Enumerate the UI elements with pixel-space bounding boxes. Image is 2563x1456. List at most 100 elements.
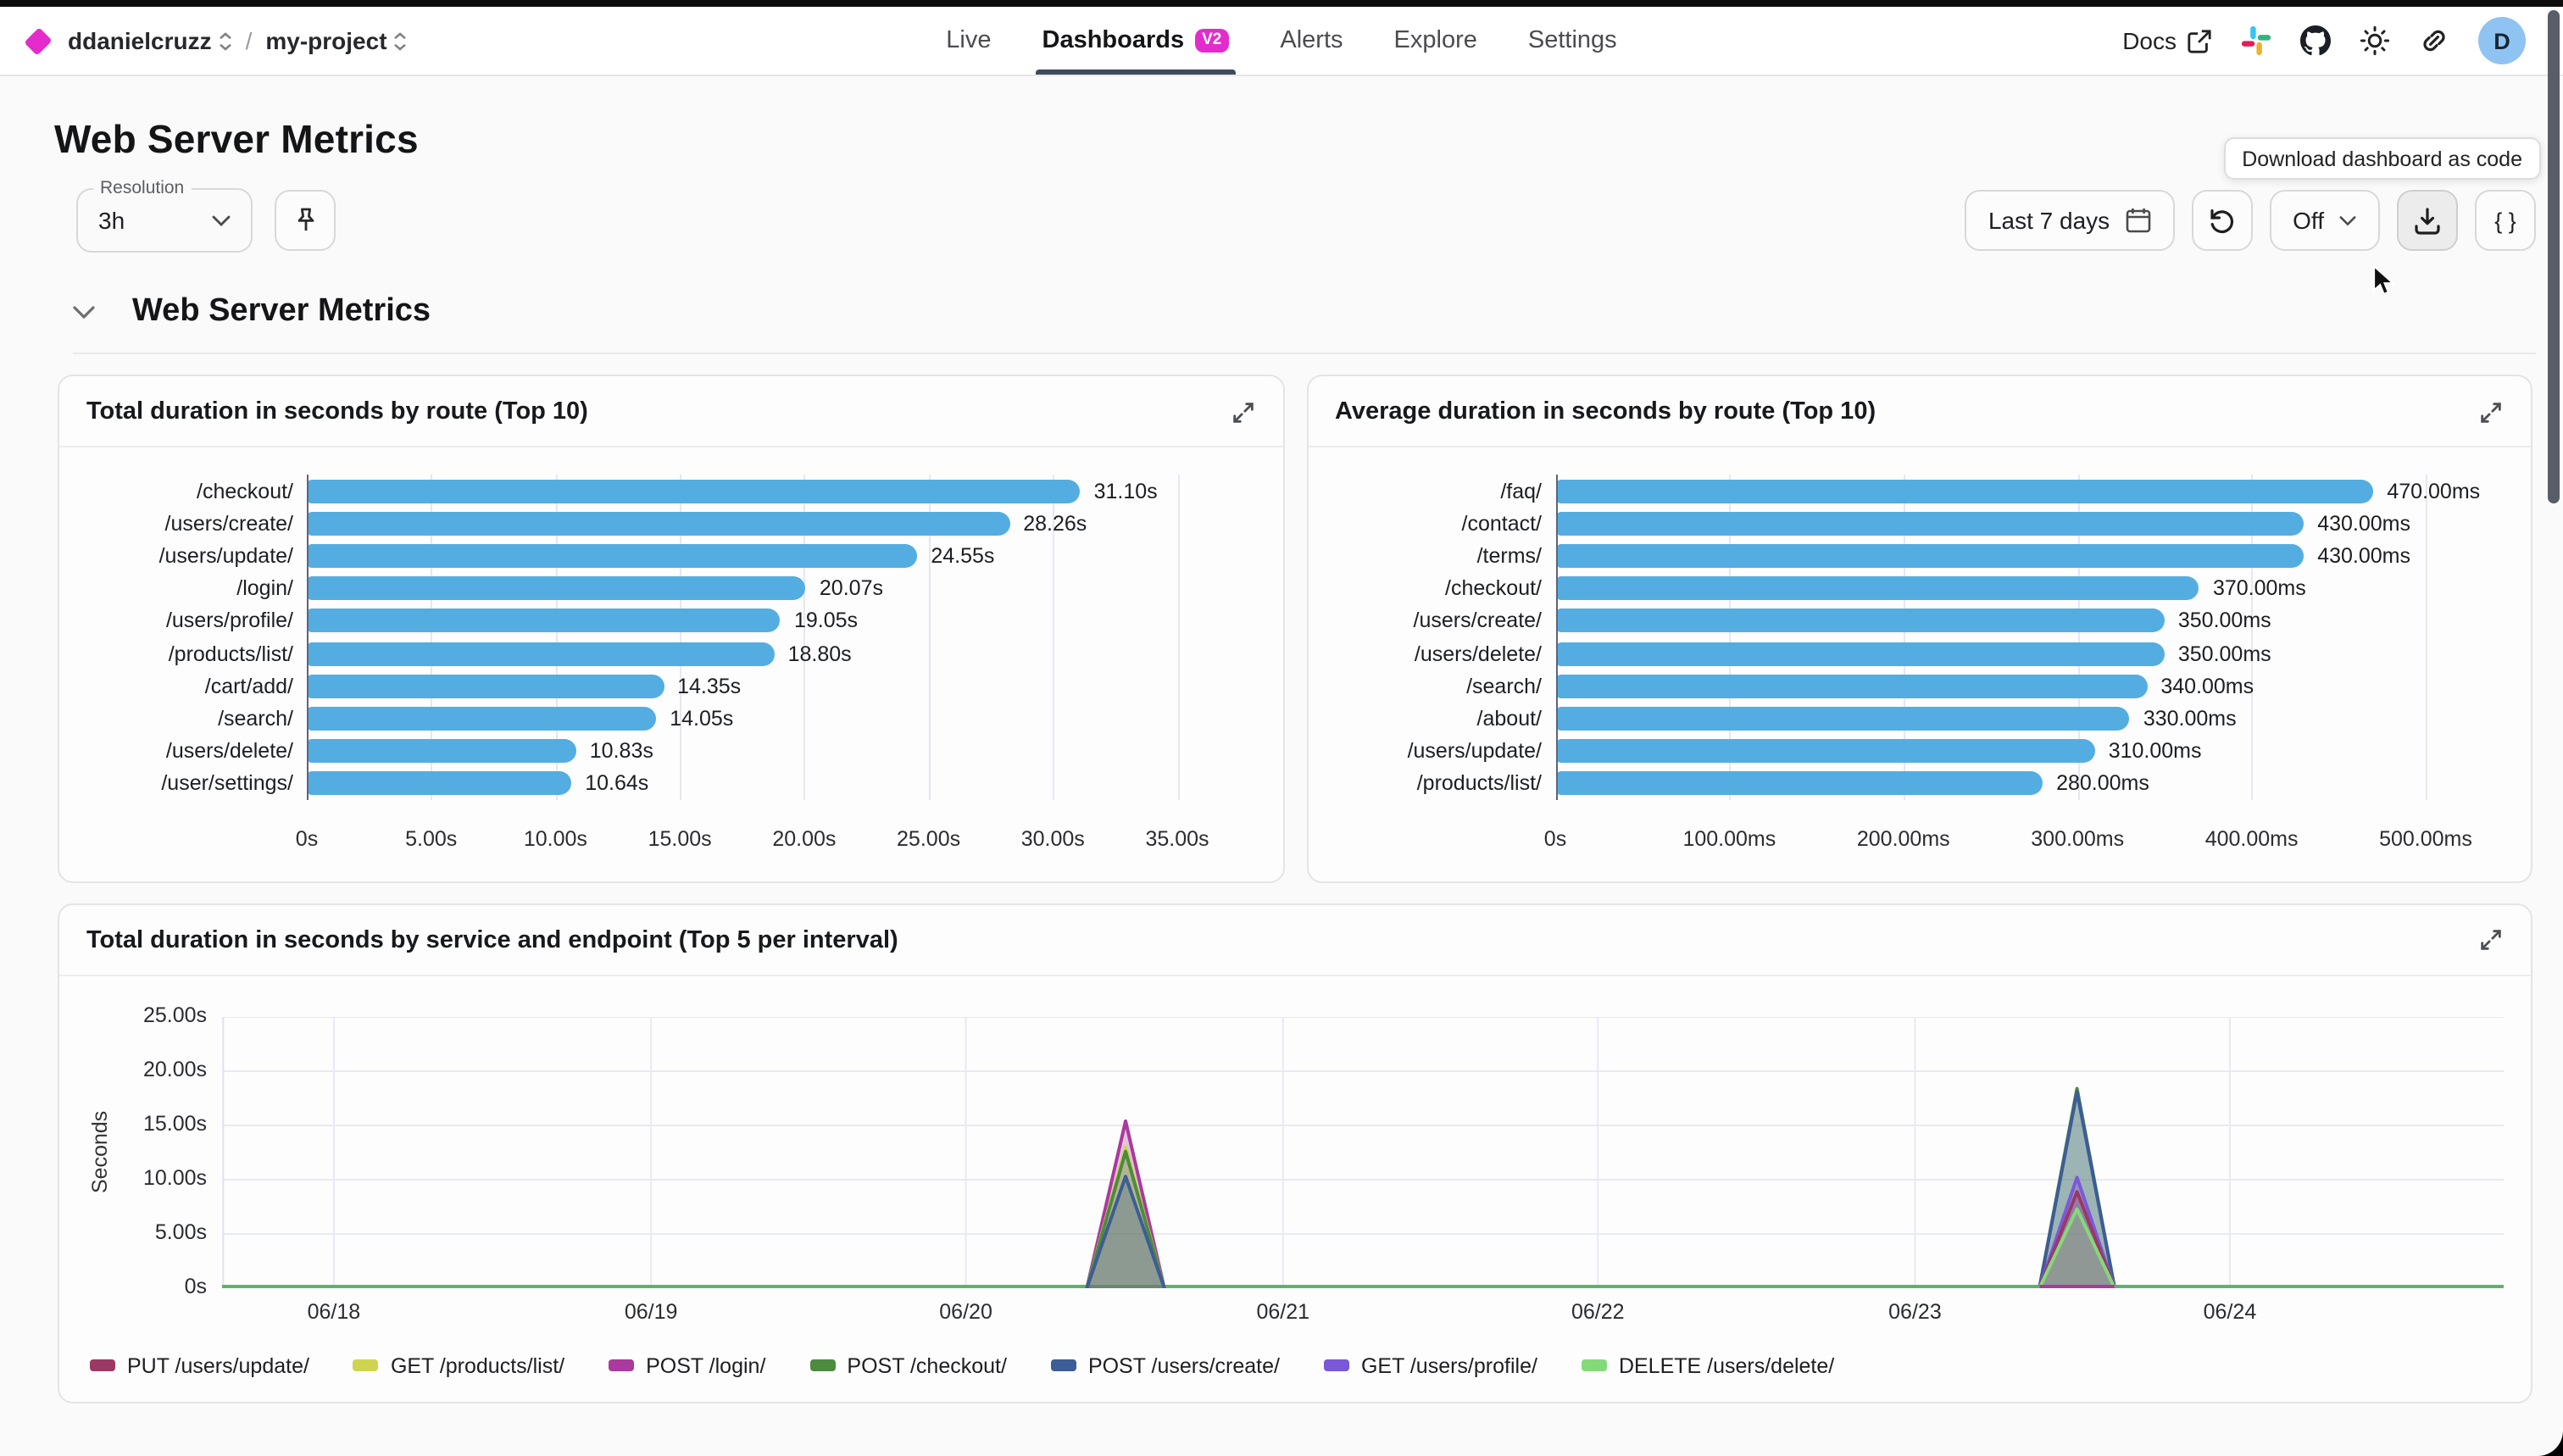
y-axis-ticks: 25.00s20.00s15.00s10.00s5.00s0s [114,1017,222,1288]
bar[interactable] [1555,707,2130,731]
tab-label: Dashboards [1042,27,1185,54]
bar[interactable] [307,674,664,697]
auto-refresh-select[interactable]: Off [2269,190,2380,251]
category-label: /users/update/ [1335,739,1542,763]
tab-live[interactable]: Live [946,7,991,75]
main-nav: Live DashboardsV2 Alerts Explore Settings [946,7,1616,75]
bar-track: 31.10s [307,479,1255,503]
section-header[interactable]: Web Server Metrics [73,293,2536,354]
x-tick: 06/20 [939,1300,992,1324]
bar-track: 14.05s [307,707,1255,731]
bar-row: /user/settings/10.64s [86,767,1255,799]
bar-track: 430.00ms [1555,512,2504,536]
download-dashboard-button[interactable] [2397,190,2458,251]
bar[interactable] [1555,576,2199,600]
share-link[interactable] [2419,25,2449,56]
legend-item[interactable]: POST /checkout/ [809,1354,1007,1378]
pin-resolution-button[interactable] [275,190,336,251]
legend-item[interactable]: PUT /users/update/ [90,1354,309,1378]
legend-swatch [1051,1360,1076,1372]
user-avatar[interactable]: D [2478,17,2526,64]
bar[interactable] [1555,544,2304,568]
x-tick: 400.00ms [2205,827,2299,851]
panel-total-duration-by-route: Total duration in seconds by route (Top … [58,375,1284,883]
tab-settings[interactable]: Settings [1528,7,1617,75]
bar-row: /contact/430.00ms [1335,507,2504,539]
legend-label: POST /login/ [646,1354,765,1378]
area-chart-duration-by-endpoint: Seconds 25.00s20.00s15.00s10.00s5.00s0s … [86,1017,2504,1378]
bar[interactable] [307,609,781,633]
bar[interactable] [307,772,571,796]
bar[interactable] [307,707,656,731]
bar[interactable] [1555,739,2095,763]
bar[interactable] [307,512,1009,536]
bar[interactable] [1555,674,2147,697]
refresh-button[interactable] [2191,190,2252,251]
dashboard-code-button[interactable]: { } [2475,190,2536,251]
bar[interactable] [1555,479,2373,503]
project-selector[interactable]: my-project [265,27,407,54]
expand-panel-button[interactable] [2478,399,2504,425]
bar-track: 350.00ms [1555,609,2504,633]
slack-link[interactable] [2241,25,2271,56]
value-label: 18.80s [788,642,852,665]
value-label: 430.00ms [2317,512,2410,536]
legend-item[interactable]: POST /login/ [609,1354,765,1378]
bar-row: /terms/430.00ms [1335,540,2504,572]
chart-title: Total duration in seconds by service and… [86,927,898,954]
expand-panel-button[interactable] [2478,928,2504,953]
legend-item[interactable]: DELETE /users/delete/ [1582,1354,1834,1378]
plot-area[interactable] [222,1017,2504,1288]
github-icon [2300,25,2331,56]
category-label: /cart/add/ [86,674,293,697]
bar[interactable] [307,576,806,600]
legend-label: POST /checkout/ [847,1354,1007,1378]
bar-row: /checkout/31.10s [86,475,1255,507]
bar[interactable] [1555,772,2043,796]
bar-rows: /checkout/31.10s/users/create/28.26s/use… [86,475,1255,800]
time-range-button[interactable]: Last 7 days [1965,190,2174,251]
bar-row: /products/list/280.00ms [1335,767,2504,799]
x-axis-ticks: 06/1806/1906/2006/2106/2206/2306/24 [222,1300,2504,1329]
tab-dashboards[interactable]: DashboardsV2 [1042,7,1230,75]
value-label: 31.10s [1094,479,1158,503]
legend-item[interactable]: GET /products/list/ [353,1354,564,1378]
expand-icon [2478,928,2504,953]
bar[interactable] [307,739,576,763]
tab-alerts[interactable]: Alerts [1280,7,1343,75]
legend-swatch [353,1360,379,1372]
panel-average-duration-by-route: Average duration in seconds by route (To… [1306,375,2532,883]
y-tick: 25.00s [143,1003,207,1027]
bar-track: 18.80s [307,642,1255,665]
org-selector[interactable]: ddanielcruzz [68,27,232,54]
selector-carets-icon [394,31,408,50]
docs-link[interactable]: Docs [2122,27,2212,54]
category-label: /search/ [86,707,293,731]
bar[interactable] [307,544,917,568]
bar-row: /faq/470.00ms [1335,475,2504,507]
theme-toggle[interactable] [2360,25,2390,56]
category-label: /contact/ [1335,512,1542,536]
bar[interactable] [1555,642,2165,665]
bar[interactable] [1555,512,2304,536]
vertical-scrollbar[interactable] [2548,10,2560,503]
bar[interactable] [1555,609,2165,633]
calendar-icon [2125,207,2150,234]
resolution-select[interactable]: Resolution 3h [76,188,253,253]
download-icon [2414,206,2441,235]
y-axis-label: Seconds [86,1017,114,1288]
x-tick: 25.00s [897,827,960,851]
expand-panel-button[interactable] [1230,399,1255,425]
bar[interactable] [307,479,1081,503]
bar-row: /users/profile/19.05s [86,605,1255,637]
category-label: /checkout/ [86,479,293,503]
bar-row: /search/14.05s [86,703,1255,735]
legend-item[interactable]: GET /users/profile/ [1324,1354,1537,1378]
bar-track: 430.00ms [1555,544,2504,568]
value-label: 20.07s [820,576,883,600]
value-label: 340.00ms [2160,674,2254,697]
tab-explore[interactable]: Explore [1394,7,1477,75]
github-link[interactable] [2300,25,2331,56]
legend-item[interactable]: POST /users/create/ [1051,1354,1280,1378]
bar[interactable] [307,642,775,665]
